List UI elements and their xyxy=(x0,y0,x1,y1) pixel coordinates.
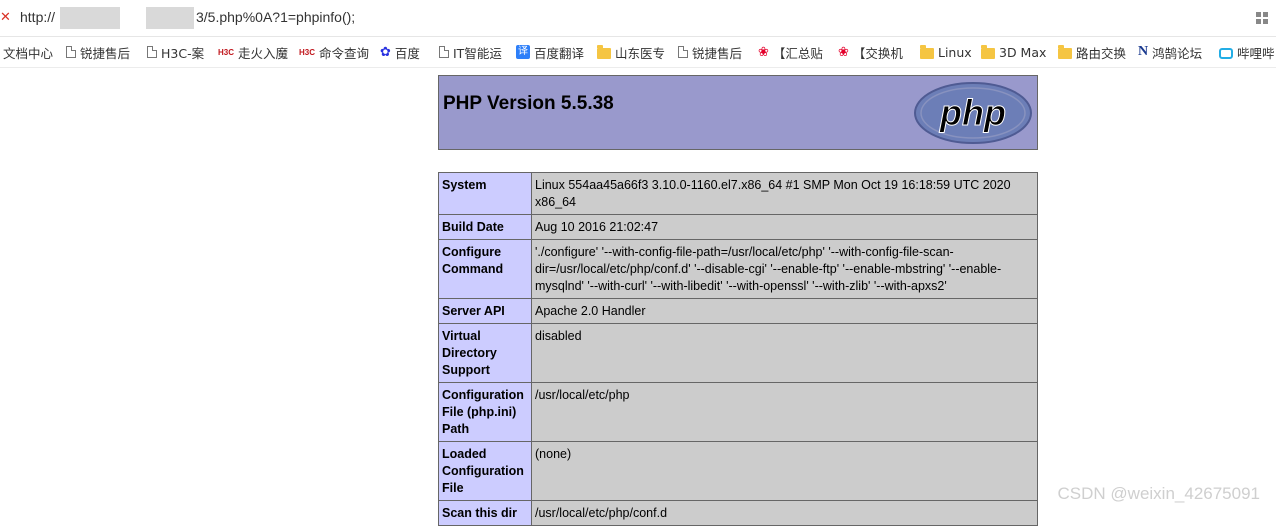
url-scheme[interactable]: http:// xyxy=(20,9,55,25)
table-row: System Linux 554aa45a66f3 3.10.0-1160.el… xyxy=(438,172,1038,215)
table-row: Server API Apache 2.0 Handler xyxy=(438,298,1038,324)
page-icon xyxy=(439,46,449,58)
huawei-icon: ❀ xyxy=(758,44,769,60)
page-icon xyxy=(678,46,688,58)
url-path[interactable]: 3/5.php%0A?1=phpinfo(); xyxy=(196,9,355,25)
n-icon: N xyxy=(1138,44,1149,59)
row-label: Virtual Directory Support xyxy=(438,323,532,383)
row-value: /usr/local/etc/php/conf.d xyxy=(531,500,1038,526)
bookmark-item[interactable]: 哔哩哔 xyxy=(1219,43,1275,61)
redacted-host-block xyxy=(60,7,120,29)
redacted-host-block xyxy=(146,7,194,29)
row-value: Aug 10 2016 21:02:47 xyxy=(531,214,1038,240)
page-title: PHP Version 5.5.38 xyxy=(443,93,614,114)
bookmark-item[interactable]: 译百度翻译 xyxy=(516,43,584,61)
row-value: Apache 2.0 Handler xyxy=(531,298,1038,324)
folder-icon xyxy=(981,44,995,59)
bookmark-item[interactable]: 3D Max xyxy=(981,43,1046,61)
row-value: Linux 554aa45a66f3 3.10.0-1160.el7.x86_6… xyxy=(531,172,1038,215)
h3c-icon: H3C xyxy=(218,47,235,57)
bookmark-item[interactable]: ❀ 【汇总贴 xyxy=(758,43,823,61)
row-value: disabled xyxy=(531,323,1038,383)
bookmark-item[interactable]: 锐捷售后 xyxy=(66,43,130,61)
bookmark-item[interactable]: 锐捷售后 xyxy=(678,43,742,61)
config-table: System Linux 554aa45a66f3 3.10.0-1160.el… xyxy=(438,172,1038,526)
bookmark-item[interactable]: 路由交换 xyxy=(1058,43,1126,61)
row-label: System xyxy=(438,172,532,215)
bookmark-label: H3C-案 xyxy=(161,45,205,61)
bookmark-label: 3D Max xyxy=(999,44,1047,60)
bookmark-label: 百度翻译 xyxy=(534,45,585,61)
php-logo-text: php xyxy=(939,92,1006,133)
translate-icon: 译 xyxy=(516,45,530,59)
address-bar[interactable]: ✕ http:// 3/5.php%0A?1=phpinfo(); xyxy=(0,0,1276,37)
php-logo: php xyxy=(914,82,1032,144)
phpinfo-page: PHP Version 5.5.38 php System Linux 554a… xyxy=(438,75,1038,526)
bookmark-label: 【汇总贴 xyxy=(772,45,823,61)
bookmark-label: Linux xyxy=(938,44,972,60)
bookmark-item[interactable]: ❀ 【交换机 xyxy=(838,43,903,61)
row-label: Loaded Configuration File xyxy=(438,441,532,501)
row-value: './configure' '--with-config-file-path=/… xyxy=(531,239,1038,299)
bookmark-label: 山东医专 xyxy=(615,45,666,61)
bookmark-label: 文档中心 xyxy=(3,45,54,61)
bookmark-item[interactable]: H3C 命令查询 xyxy=(299,43,369,61)
page-icon xyxy=(66,46,76,58)
bookmark-label: 路由交换 xyxy=(1076,45,1127,61)
table-row: Virtual Directory Support disabled xyxy=(438,323,1038,383)
bookmarks-bar: 文档中心 锐捷售后 H3C-案 H3C 走火入魔 H3C 命令查询 ✿ 百度 IT智能… xyxy=(0,37,1276,68)
folder-icon xyxy=(920,44,934,59)
bookmark-label: 走火入魔 xyxy=(238,45,289,61)
table-row: Configuration File (php.ini) Path /usr/l… xyxy=(438,382,1038,442)
row-label: Build Date xyxy=(438,214,532,240)
row-value: /usr/local/etc/php xyxy=(531,382,1038,442)
folder-icon xyxy=(1058,44,1072,59)
bookmark-item[interactable]: N 鸿鹄论坛 xyxy=(1138,43,1202,61)
bookmark-label: 锐捷售后 xyxy=(80,45,131,61)
bookmark-label: 鸿鹄论坛 xyxy=(1152,45,1203,61)
row-label: Server API xyxy=(438,298,532,324)
bookmark-label: IT智能运 xyxy=(453,45,502,61)
qr-code-icon[interactable] xyxy=(1256,12,1268,24)
row-label: Scan this dir xyxy=(438,500,532,526)
row-label: Configure Command xyxy=(438,239,532,299)
h3c-icon: H3C xyxy=(299,47,316,57)
bookmark-label: 【交换机 xyxy=(852,45,903,61)
row-label: Configuration File (php.ini) Path xyxy=(438,382,532,442)
bookmark-item[interactable]: 山东医专 xyxy=(597,43,665,61)
table-row: Configure Command './configure' '--with-… xyxy=(438,239,1038,299)
table-row: Scan this dir /usr/local/etc/php/conf.d xyxy=(438,500,1038,526)
table-row: Build Date Aug 10 2016 21:02:47 xyxy=(438,214,1038,240)
bookmark-item[interactable]: Linux xyxy=(920,43,972,61)
not-secure-icon[interactable]: ✕ xyxy=(0,10,11,25)
bookmark-item[interactable]: 文档中心 xyxy=(3,43,53,61)
table-row: Loaded Configuration File (none) xyxy=(438,441,1038,501)
bookmark-label: 命令查询 xyxy=(319,45,370,61)
watermark: CSDN @weixin_42675091 xyxy=(1057,484,1260,503)
page-icon xyxy=(147,46,157,58)
bookmark-item[interactable]: H3C-案 xyxy=(147,43,204,61)
row-value: (none) xyxy=(531,441,1038,501)
bookmark-item[interactable]: IT智能运 xyxy=(439,43,502,61)
php-header: PHP Version 5.5.38 php xyxy=(438,75,1038,150)
bookmark-label: 哔哩哔 xyxy=(1237,45,1275,61)
folder-icon xyxy=(597,44,611,59)
bookmark-label: 百度 xyxy=(394,45,420,61)
bilibili-icon xyxy=(1219,47,1233,59)
huawei-icon: ❀ xyxy=(838,44,849,60)
bookmark-item[interactable]: ✿ 百度 xyxy=(380,43,420,61)
bookmark-item[interactable]: H3C 走火入魔 xyxy=(218,43,288,61)
bookmark-label: 锐捷售后 xyxy=(692,45,743,61)
baidu-icon: ✿ xyxy=(380,44,391,60)
